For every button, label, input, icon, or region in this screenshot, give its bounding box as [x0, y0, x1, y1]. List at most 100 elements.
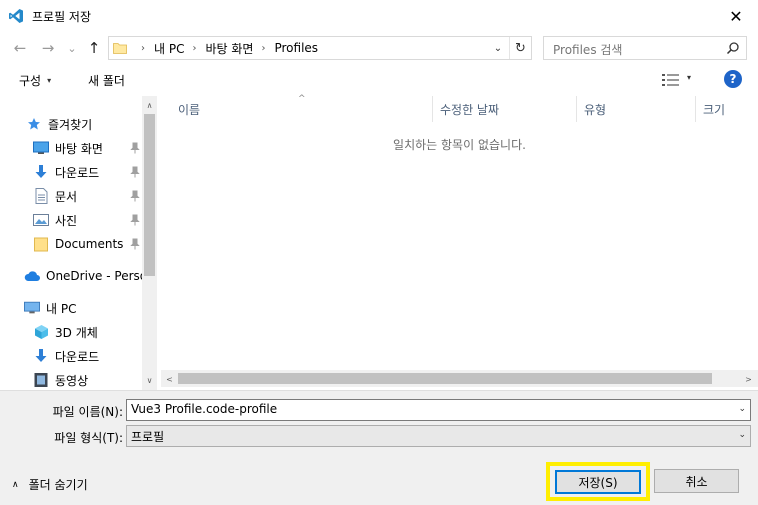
navigation-bar: ← → ⌄ ↑ › 내 PC › 바탕 화면 › Profiles ⌄ ↻ Pr… [0, 32, 758, 64]
file-list: ^ 이름 수정한 날짜 유형 크기 일치하는 항목이 없습니다. < > [161, 94, 758, 390]
computer-icon [24, 300, 40, 316]
filetype-label: 파일 형식(T): [54, 431, 123, 445]
pin-icon[interactable] [130, 214, 140, 226]
filetype-value: 프로필 [131, 430, 165, 444]
star-icon [26, 116, 42, 132]
column-header-size[interactable]: 크기 [703, 96, 725, 122]
pin-icon[interactable] [130, 142, 140, 154]
command-bar: 구성 ▾ 새 폴더 ▾ ? [0, 64, 758, 96]
sidebar-item-label: 다운로드 [55, 165, 100, 180]
breadcrumb-separator: › [192, 42, 197, 54]
sidebar-item-label: 다운로드 [55, 349, 100, 364]
sidebar-item-downloads[interactable]: 다운로드 [33, 161, 142, 183]
chevron-up-icon: ∧ [146, 100, 153, 110]
breadcrumb-separator: › [141, 42, 145, 54]
sidebar-item-documents[interactable]: 문서 [33, 185, 142, 207]
3d-objects-icon [33, 324, 49, 340]
column-divider[interactable] [432, 96, 433, 122]
close-button[interactable]: ✕ [714, 0, 758, 32]
document-icon [33, 188, 49, 204]
chevron-down-icon[interactable]: ⌄ [738, 404, 746, 414]
sidebar-item-label: OneDrive - Persor [46, 269, 153, 283]
scroll-left-button[interactable]: < [162, 371, 177, 387]
navigation-pane-scrollbar[interactable]: ∧ ∨ [142, 96, 157, 390]
view-options-icon[interactable] [661, 73, 681, 87]
recent-locations-button[interactable]: ⌄ [62, 38, 82, 58]
pin-icon[interactable] [130, 190, 140, 202]
column-header-date-modified[interactable]: 수정한 날짜 [440, 96, 499, 122]
download-icon [33, 164, 49, 180]
column-header-name[interactable]: 이름 [178, 96, 200, 122]
view-options-caret-icon[interactable]: ▾ [687, 73, 691, 82]
sidebar-item-documents-folder[interactable]: Documents [33, 233, 142, 255]
sidebar-item-videos[interactable]: 동영상 [33, 369, 142, 390]
scroll-right-button[interactable]: > [741, 371, 756, 387]
organize-button[interactable]: 구성 ▾ [19, 72, 51, 89]
sidebar-item-label: 내 PC [46, 301, 77, 316]
sidebar-item-pc-downloads[interactable]: 다운로드 [33, 345, 142, 367]
breadcrumb-profiles[interactable]: Profiles [274, 41, 318, 55]
sidebar-item-quick-access[interactable]: 즐겨찾기 [26, 113, 157, 135]
chevron-right-icon: > [745, 374, 752, 384]
folder-icon [113, 43, 127, 54]
folder-icon [33, 236, 49, 252]
video-icon [33, 372, 49, 388]
sidebar-item-label: 즐겨찾기 [48, 117, 93, 132]
forward-arrow-icon: → [41, 39, 55, 57]
pin-icon[interactable] [130, 166, 140, 178]
scrollbar-thumb[interactable] [178, 373, 712, 384]
filename-input[interactable]: Vue3 Profile.code-profile ⌄ [126, 399, 751, 421]
close-icon: ✕ [729, 6, 743, 26]
sidebar-item-label: 바탕 화면 [55, 141, 103, 156]
new-folder-label: 새 폴더 [88, 74, 125, 88]
up-button[interactable]: ↑ [84, 38, 104, 58]
save-button-label: 저장(S) [578, 475, 618, 490]
cancel-button[interactable]: 취소 [654, 469, 739, 493]
filetype-select[interactable]: 프로필 ⌄ [126, 425, 751, 447]
caret-down-icon: ▾ [47, 76, 52, 85]
sidebar-item-3d-objects[interactable]: 3D 개체 [33, 321, 142, 343]
forward-button[interactable]: → [38, 38, 58, 58]
cloud-icon [24, 268, 40, 284]
column-header-type[interactable]: 유형 [584, 96, 606, 122]
address-bar[interactable]: › 내 PC › 바탕 화면 › Profiles ⌄ ↻ [108, 36, 532, 60]
pictures-icon [33, 212, 49, 228]
search-input[interactable]: Profiles 검색 [543, 36, 747, 60]
up-arrow-icon: ↑ [87, 39, 101, 57]
sort-ascending-icon: ^ [298, 94, 306, 104]
refresh-icon: ↻ [515, 40, 526, 56]
address-dropdown-button[interactable]: ⌄ [491, 40, 505, 56]
sidebar-item-this-pc[interactable]: 내 PC [24, 297, 157, 319]
chevron-down-icon[interactable]: ⌄ [738, 430, 746, 440]
download-icon [33, 348, 49, 364]
sidebar-item-onedrive[interactable]: OneDrive - Persor [24, 265, 157, 287]
back-arrow-icon: ← [13, 39, 27, 57]
save-form-panel: 파일 이름(N): Vue3 Profile.code-profile ⌄ 파일… [0, 390, 758, 505]
horizontal-scrollbar[interactable]: < > [161, 370, 758, 387]
pin-icon[interactable] [130, 238, 140, 250]
navigation-pane: 즐겨찾기 바탕 화면 다운로드 문서 사진 Documents OneDrive… [0, 96, 157, 390]
column-divider[interactable] [576, 96, 577, 122]
save-button[interactable]: 저장(S) [555, 470, 641, 494]
sidebar-item-label: 문서 [55, 189, 78, 204]
breadcrumb-this-pc[interactable]: 내 PC [154, 40, 184, 57]
column-divider[interactable] [695, 96, 696, 122]
help-icon[interactable]: ? [724, 70, 742, 88]
hide-folders-button[interactable]: ∧ 폴더 숨기기 [12, 476, 88, 493]
breadcrumb-desktop[interactable]: 바탕 화면 [205, 40, 253, 57]
new-folder-button[interactable]: 새 폴더 [88, 72, 125, 89]
empty-folder-message: 일치하는 항목이 없습니다. [393, 138, 526, 152]
refresh-button[interactable]: ↻ [509, 37, 531, 59]
sidebar-item-pictures[interactable]: 사진 [33, 209, 142, 231]
chevron-down-icon: ⌄ [493, 42, 503, 54]
scroll-down-button[interactable]: ∨ [142, 372, 157, 388]
title-bar: 프로필 저장 ✕ [0, 0, 758, 32]
sidebar-item-desktop[interactable]: 바탕 화면 [33, 137, 142, 159]
search-placeholder: Profiles 검색 [553, 43, 623, 57]
sidebar-item-label: 동영상 [55, 373, 89, 388]
sidebar-item-label: 사진 [55, 213, 78, 228]
search-icon [726, 42, 739, 55]
scrollbar-thumb[interactable] [144, 114, 155, 276]
back-button[interactable]: ← [10, 38, 30, 58]
scroll-up-button[interactable]: ∧ [142, 97, 157, 113]
